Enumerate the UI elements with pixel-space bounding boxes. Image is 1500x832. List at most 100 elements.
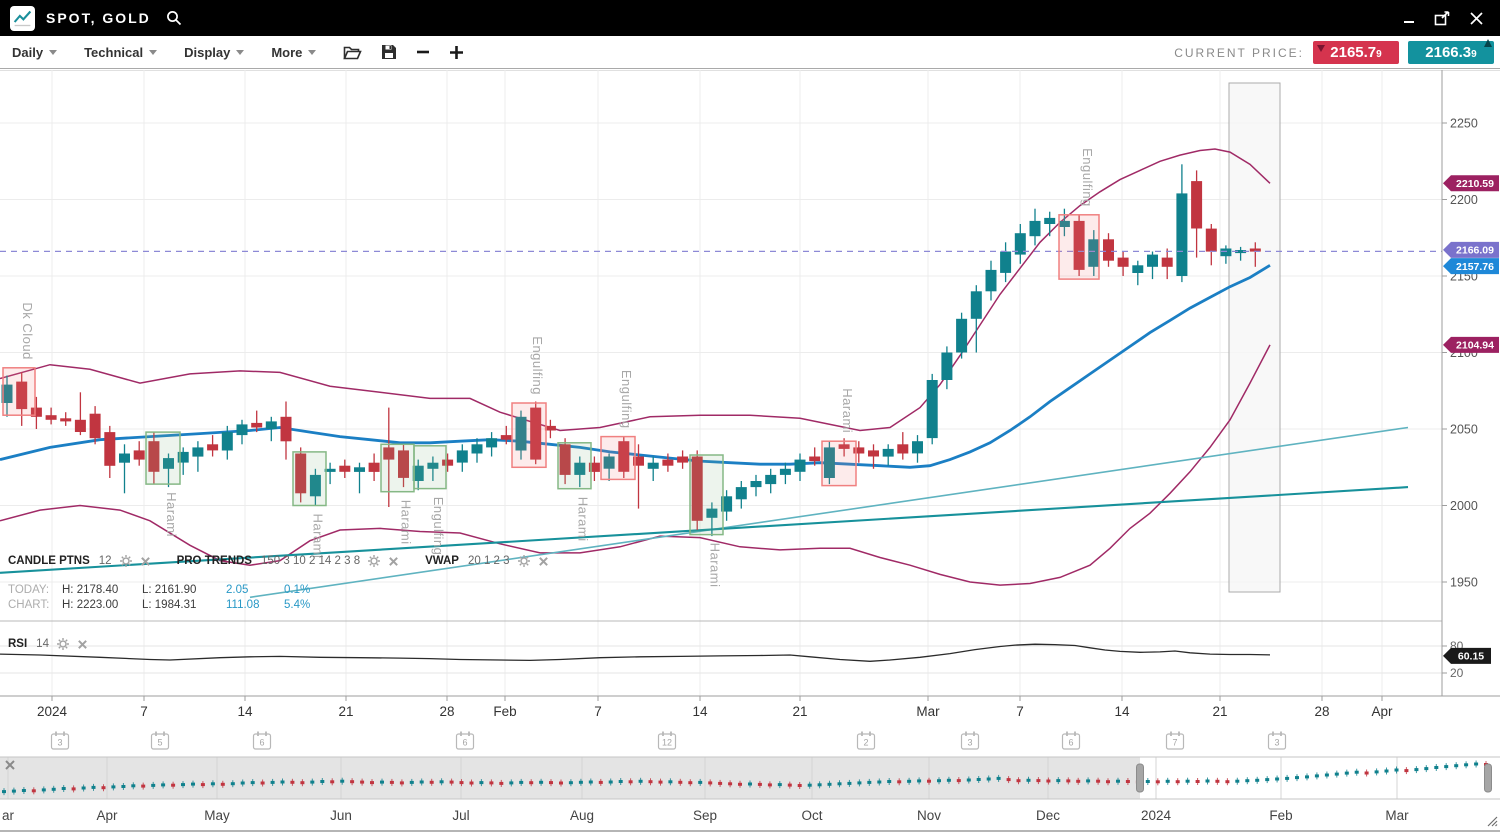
gear-icon[interactable] — [517, 554, 531, 568]
save-icon[interactable] — [381, 44, 397, 60]
menu-timeframe[interactable]: Daily — [12, 45, 57, 60]
navigator-candle — [360, 781, 364, 784]
minimize-icon[interactable] — [1402, 11, 1416, 25]
open-folder-icon[interactable] — [343, 45, 362, 60]
chart-label: CHART: — [8, 598, 62, 613]
navigator-candle — [231, 782, 235, 785]
navigator-candle — [579, 781, 583, 784]
navigator-candle — [450, 781, 454, 784]
chart-low: L: 1984.31 — [142, 598, 226, 613]
pattern-count-marker[interactable]: 3 — [962, 732, 979, 750]
time-axis[interactable]: 20247142128Feb71421Mar7142128Apr — [0, 696, 1500, 719]
menu-more[interactable]: More — [271, 45, 316, 60]
navigator-candle — [1036, 779, 1040, 782]
candle-body — [751, 481, 762, 487]
pattern-count-value: 2 — [863, 738, 868, 748]
today-stats-row: TODAY:H: 2178.40L: 2161.902.050.1% — [8, 583, 310, 598]
navigator-candle — [549, 781, 553, 784]
chevron-down-icon — [149, 50, 157, 55]
month-label: Apr — [96, 808, 118, 823]
menu-technical[interactable]: Technical — [84, 45, 157, 60]
remove-indicator-icon[interactable] — [538, 556, 549, 567]
navigator-candle — [937, 779, 941, 782]
price-chart[interactable]: Dk CloudHaramiHaramiHaramiEngulfingEngul… — [0, 70, 1500, 830]
candle-body — [809, 457, 820, 462]
navigator-candle — [987, 778, 991, 781]
pattern-count-value: 3 — [57, 738, 62, 748]
toolbar: Daily Technical Display More CURRENT PRI… — [0, 36, 1500, 69]
pattern-count-marker[interactable]: 5 — [152, 732, 169, 750]
navigator-handle-right[interactable] — [1485, 764, 1492, 792]
candle-body — [281, 417, 292, 442]
popout-window-icon[interactable] — [1434, 10, 1451, 26]
pattern-count-marker[interactable]: 3 — [1269, 732, 1286, 750]
pattern-count-marker[interactable]: 2 — [858, 732, 875, 750]
navigator-candle — [370, 781, 374, 784]
pattern-count-marker[interactable]: 6 — [1063, 732, 1080, 750]
navigator-candle — [778, 783, 782, 786]
menu-display[interactable]: Display — [184, 45, 244, 60]
navigator-candle — [609, 781, 613, 784]
remove-indicator-icon[interactable] — [140, 556, 151, 567]
navigator-candle — [102, 786, 106, 789]
pattern-count-value: 6 — [259, 738, 264, 748]
pattern-count-marker[interactable]: 7 — [1167, 732, 1184, 750]
gear-icon[interactable] — [56, 637, 70, 651]
pattern-box-harami — [822, 441, 856, 485]
resize-grip-icon[interactable] — [1488, 817, 1497, 826]
pattern-count-marker[interactable]: 12 — [659, 732, 676, 750]
gear-icon[interactable] — [119, 554, 133, 568]
pattern-count-value: 3 — [967, 738, 972, 748]
chevron-down-icon — [49, 50, 57, 55]
time-tick-label: 7 — [594, 704, 602, 719]
rsi-header: RSI 14 — [8, 637, 88, 651]
pattern-count-value: 7 — [1172, 738, 1177, 748]
remove-indicator-icon[interactable] — [388, 556, 399, 567]
navigator-candle — [1186, 780, 1190, 783]
pattern-box-harami — [690, 455, 723, 535]
chart-change: 111.08 — [226, 598, 284, 613]
navigator-candle — [121, 785, 125, 788]
pattern-label: Harami — [576, 497, 591, 542]
navigator-candle — [1116, 780, 1120, 783]
time-tick-label: 14 — [1114, 704, 1130, 719]
zoom-in-icon[interactable] — [449, 45, 464, 60]
pattern-count-marker[interactable]: 3 — [52, 732, 69, 750]
zoom-out-icon[interactable] — [416, 45, 430, 59]
navigator-candle — [1444, 765, 1448, 768]
pattern-label: Harami — [708, 543, 723, 588]
navigator-candle — [659, 781, 663, 784]
symbol-title: SPOT, GOLD — [46, 10, 151, 26]
navigator-candle — [1156, 780, 1160, 783]
price-axis[interactable]: 22502200215021002050200019502210.592166.… — [1442, 70, 1499, 696]
navigator-candle — [1474, 763, 1478, 766]
remove-indicator-icon[interactable] — [77, 639, 88, 650]
pattern-count-value: 6 — [462, 738, 467, 748]
close-icon[interactable] — [1469, 11, 1484, 26]
navigator-candle — [1066, 779, 1070, 782]
gear-icon[interactable] — [367, 554, 381, 568]
candle-body — [207, 444, 218, 450]
ask-price-badge: 2166.39 — [1408, 41, 1494, 64]
candle-body — [134, 450, 145, 459]
price-tick-label: 2200 — [1450, 193, 1478, 207]
navigator-handle-left[interactable] — [1137, 764, 1144, 792]
current-price-label: CURRENT PRICE: — [1174, 46, 1304, 60]
navigator-candle — [1126, 780, 1130, 783]
candle-body — [927, 380, 938, 438]
today-low: L: 2161.90 — [142, 583, 226, 598]
navigator-candle — [1176, 780, 1180, 783]
chart-change-pct: 5.4% — [284, 598, 310, 613]
candle-body — [369, 463, 380, 472]
navigator-candle — [1196, 780, 1200, 783]
navigator-candle — [390, 781, 394, 784]
navigator-candle — [1434, 766, 1438, 769]
time-tick-label: 14 — [237, 704, 253, 719]
pattern-count-marker[interactable]: 6 — [254, 732, 271, 750]
search-icon[interactable] — [165, 9, 183, 27]
navigator-candle — [1414, 768, 1418, 771]
candle-body — [1103, 239, 1114, 260]
navigator-candle — [967, 779, 971, 782]
pattern-count-marker[interactable]: 6 — [457, 732, 474, 750]
range-navigator[interactable] — [0, 757, 1500, 799]
